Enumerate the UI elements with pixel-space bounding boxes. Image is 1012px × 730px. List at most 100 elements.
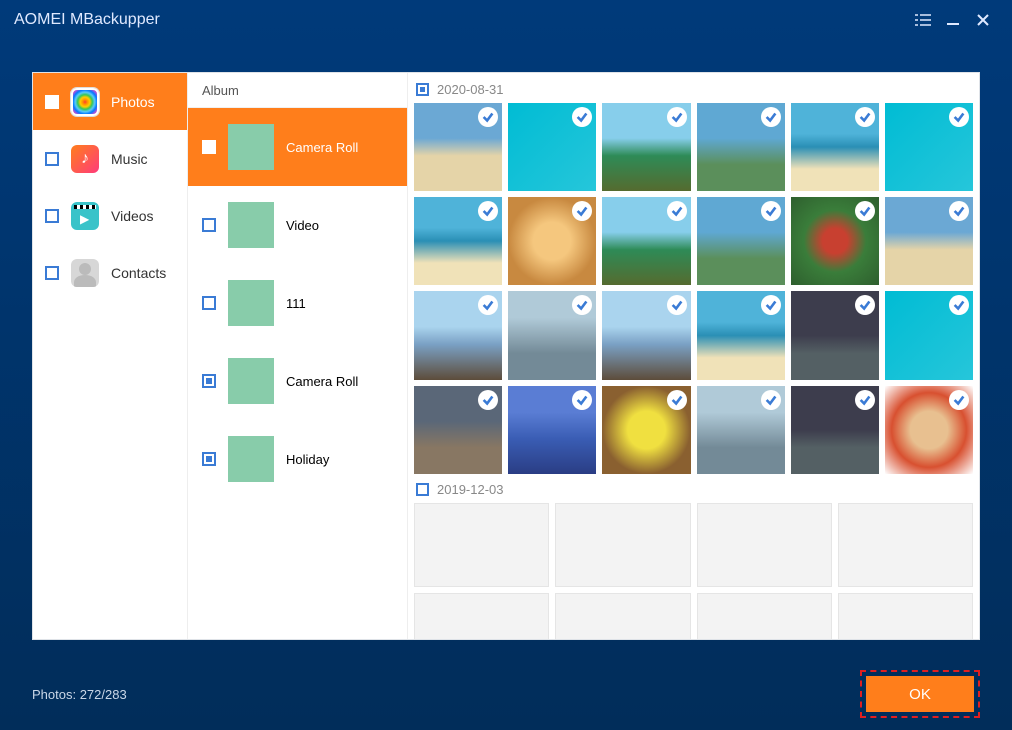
photo-thumbnail[interactable] bbox=[508, 291, 596, 379]
selected-badge-icon bbox=[761, 295, 781, 315]
photo-thumbnail[interactable] bbox=[414, 197, 502, 285]
checkbox-icon[interactable] bbox=[45, 95, 59, 109]
photo-thumbnail[interactable] bbox=[697, 593, 832, 639]
album-item[interactable]: Video bbox=[188, 186, 407, 264]
list-view-button[interactable] bbox=[908, 5, 938, 35]
photo-thumbnail[interactable] bbox=[508, 197, 596, 285]
photo-thumbnail[interactable] bbox=[414, 103, 502, 191]
title-bar: AOMEI MBackupper bbox=[0, 0, 1012, 40]
photo-thumbnail[interactable] bbox=[791, 291, 879, 379]
selected-badge-icon bbox=[949, 295, 969, 315]
selected-badge-icon bbox=[572, 295, 592, 315]
selected-badge-icon bbox=[855, 201, 875, 221]
music-icon: ♪ bbox=[71, 145, 99, 173]
category-videos[interactable]: Videos bbox=[33, 187, 187, 244]
photo-thumbnail[interactable] bbox=[414, 291, 502, 379]
date-label: 2019-12-03 bbox=[437, 482, 504, 497]
checkbox-icon[interactable] bbox=[202, 140, 216, 154]
date-group-header[interactable]: 2020-08-31 bbox=[414, 74, 973, 103]
selected-badge-icon bbox=[761, 390, 781, 410]
photo-thumbnail[interactable] bbox=[414, 593, 549, 639]
photo-thumbnail[interactable] bbox=[602, 103, 690, 191]
category-photos[interactable]: Photos bbox=[33, 73, 187, 130]
photo-thumbnail[interactable] bbox=[414, 503, 549, 588]
category-contacts[interactable]: Contacts bbox=[33, 244, 187, 301]
photo-thumbnail[interactable] bbox=[697, 291, 785, 379]
checkbox-icon[interactable] bbox=[202, 374, 216, 388]
checkbox-icon[interactable] bbox=[45, 209, 59, 223]
photo-grid bbox=[414, 103, 973, 474]
photo-thumbnail[interactable] bbox=[838, 503, 973, 588]
photo-thumbnail[interactable] bbox=[602, 291, 690, 379]
category-music[interactable]: ♪ Music bbox=[33, 130, 187, 187]
photo-thumbnail[interactable] bbox=[838, 593, 973, 639]
minimize-button[interactable] bbox=[938, 5, 968, 35]
selected-badge-icon bbox=[761, 107, 781, 127]
photo-thumbnail[interactable] bbox=[697, 503, 832, 588]
selected-badge-icon bbox=[572, 107, 592, 127]
album-list: Album Camera Roll Video 111 Camera Roll Holi… bbox=[188, 73, 408, 639]
album-thumbnail bbox=[228, 280, 274, 326]
photo-thumbnail[interactable] bbox=[697, 103, 785, 191]
category-label: Videos bbox=[111, 208, 154, 224]
album-label: 111 bbox=[286, 296, 306, 311]
photo-thumbnail[interactable] bbox=[885, 386, 973, 474]
album-thumbnail bbox=[228, 358, 274, 404]
checkbox-icon[interactable] bbox=[202, 296, 216, 310]
album-list-header: Album bbox=[188, 73, 407, 108]
selected-badge-icon bbox=[855, 107, 875, 127]
photo-grid bbox=[414, 503, 973, 639]
main-panel: Photos ♪ Music Videos Contacts Album Cam… bbox=[32, 72, 980, 640]
photo-thumbnail[interactable] bbox=[602, 197, 690, 285]
checkbox-icon[interactable] bbox=[45, 152, 59, 166]
photo-thumbnail[interactable] bbox=[885, 103, 973, 191]
album-label: Camera Roll bbox=[286, 374, 358, 389]
selected-badge-icon bbox=[855, 295, 875, 315]
photo-thumbnail[interactable] bbox=[555, 593, 690, 639]
photo-thumbnail[interactable] bbox=[697, 197, 785, 285]
selected-badge-icon bbox=[761, 201, 781, 221]
album-label: Camera Roll bbox=[286, 140, 358, 155]
photo-thumbnail[interactable] bbox=[791, 386, 879, 474]
ok-highlight: OK bbox=[860, 670, 980, 718]
album-label: Holiday bbox=[286, 452, 329, 467]
selected-badge-icon bbox=[667, 390, 687, 410]
album-item[interactable]: Camera Roll bbox=[188, 342, 407, 420]
album-item[interactable]: 111 bbox=[188, 264, 407, 342]
selected-badge-icon bbox=[478, 107, 498, 127]
selected-badge-icon bbox=[855, 390, 875, 410]
album-thumbnail bbox=[228, 202, 274, 248]
photo-gallery[interactable]: 2020-08-312019-12-032019-11-15 bbox=[408, 73, 979, 639]
footer-bar: Photos: 272/283 OK bbox=[32, 658, 980, 730]
photo-thumbnail[interactable] bbox=[602, 386, 690, 474]
photo-thumbnail[interactable] bbox=[414, 386, 502, 474]
checkbox-icon[interactable] bbox=[45, 266, 59, 280]
selected-badge-icon bbox=[478, 201, 498, 221]
checkbox-icon[interactable] bbox=[416, 83, 429, 96]
category-label: Photos bbox=[111, 94, 155, 110]
checkbox-icon[interactable] bbox=[416, 483, 429, 496]
category-label: Contacts bbox=[111, 265, 166, 281]
photo-thumbnail[interactable] bbox=[885, 291, 973, 379]
photo-thumbnail[interactable] bbox=[885, 197, 973, 285]
photo-count-status: Photos: 272/283 bbox=[32, 687, 127, 702]
selected-badge-icon bbox=[667, 201, 687, 221]
photo-thumbnail[interactable] bbox=[508, 386, 596, 474]
category-label: Music bbox=[111, 151, 148, 167]
selected-badge-icon bbox=[478, 390, 498, 410]
date-group-header[interactable]: 2019-12-03 bbox=[414, 474, 973, 503]
album-thumbnail bbox=[228, 436, 274, 482]
photo-thumbnail[interactable] bbox=[791, 103, 879, 191]
album-item[interactable]: Camera Roll bbox=[188, 108, 407, 186]
close-button[interactable] bbox=[968, 5, 998, 35]
selected-badge-icon bbox=[949, 107, 969, 127]
album-item[interactable]: Holiday bbox=[188, 420, 407, 498]
photo-thumbnail[interactable] bbox=[555, 503, 690, 588]
photo-thumbnail[interactable] bbox=[697, 386, 785, 474]
checkbox-icon[interactable] bbox=[202, 452, 216, 466]
ok-button[interactable]: OK bbox=[866, 676, 974, 712]
photo-thumbnail[interactable] bbox=[791, 197, 879, 285]
date-label: 2020-08-31 bbox=[437, 82, 504, 97]
checkbox-icon[interactable] bbox=[202, 218, 216, 232]
photo-thumbnail[interactable] bbox=[508, 103, 596, 191]
